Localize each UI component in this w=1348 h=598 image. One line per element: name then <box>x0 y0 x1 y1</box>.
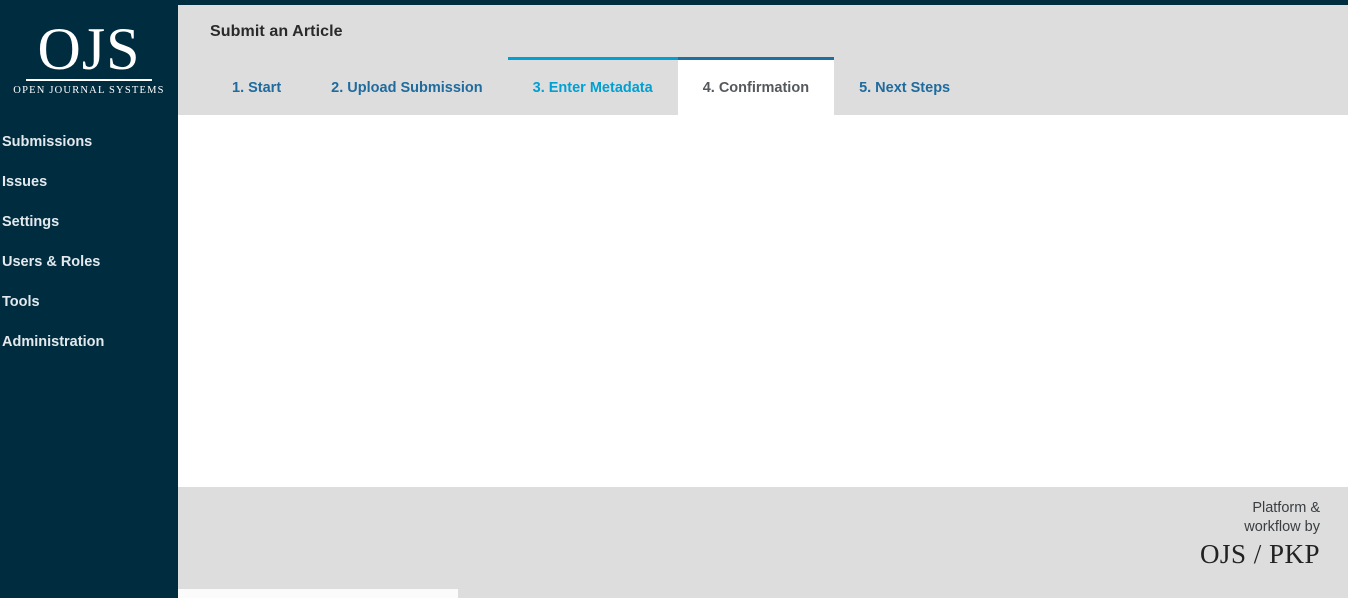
footer-brand-line-2: workflow by <box>1244 519 1320 535</box>
sidebar-item-issues[interactable]: Issues <box>0 162 178 202</box>
main-content-panel <box>178 115 1348 487</box>
tab-start[interactable]: 1. Start <box>207 57 306 115</box>
page-header: Submit an Article 1. Start 2. Upload Sub… <box>178 5 1348 115</box>
footer-brand-line-1: Platform & <box>1252 500 1320 516</box>
ojs-logo[interactable]: OJS OPEN JOURNAL SYSTEMS <box>0 0 178 112</box>
footer-brand: Platform & workflow by OJS / PKP <box>1200 499 1320 569</box>
sidebar-item-issues-wrap: Issues <box>0 162 178 202</box>
sidebar-item-tools[interactable]: Tools <box>0 282 178 322</box>
horizontal-scrollbar-thumb[interactable] <box>178 589 458 598</box>
page-footer: Platform & workflow by OJS / PKP <box>178 487 1348 592</box>
tab-enter-metadata[interactable]: 3. Enter Metadata <box>507 57 678 115</box>
tab-upload-submission[interactable]: 2. Upload Submission <box>306 57 507 115</box>
tab-confirmation[interactable]: 4. Confirmation <box>677 57 835 115</box>
sidebar-item-administration[interactable]: Administration <box>0 322 178 362</box>
sidebar-item-submissions[interactable]: Submissions <box>0 122 178 162</box>
tab-next-steps[interactable]: 5. Next Steps <box>834 57 975 115</box>
application-window: OJS OPEN JOURNAL SYSTEMS Submissions Iss… <box>0 0 1348 598</box>
primary-sidebar: OJS OPEN JOURNAL SYSTEMS Submissions Iss… <box>0 0 178 592</box>
sidebar-item-users-roles[interactable]: Users & Roles <box>0 242 178 282</box>
scrollbar-track-left-segment <box>0 586 178 598</box>
sidebar-item-administration-wrap: Administration <box>0 322 178 362</box>
ojs-logo-subtitle: OPEN JOURNAL SYSTEMS <box>13 85 165 96</box>
sidebar-item-submissions-wrap: Submissions <box>0 122 178 162</box>
ojs-logo-mark: OJS <box>37 16 141 82</box>
sidebar-item-settings[interactable]: Settings <box>0 202 178 242</box>
horizontal-scrollbar-track[interactable] <box>0 586 1348 598</box>
page-title: Submit an Article <box>210 23 343 40</box>
sidebar-nav-list: Submissions Issues Settings Users & Role… <box>0 122 178 362</box>
ojs-pkp-logo: OJS / PKP <box>1199 539 1320 569</box>
sidebar-item-users-roles-wrap: Users & Roles <box>0 242 178 282</box>
sidebar-item-tools-wrap: Tools <box>0 282 178 322</box>
sidebar-item-settings-wrap: Settings <box>0 202 178 242</box>
submission-wizard-tabs: 1. Start 2. Upload Submission 3. Enter M… <box>207 57 975 115</box>
